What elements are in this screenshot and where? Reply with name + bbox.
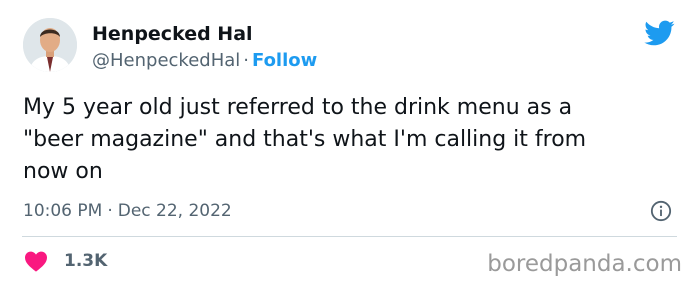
- like-button[interactable]: 1.3K: [24, 248, 107, 274]
- twitter-bird-icon[interactable]: [643, 17, 675, 49]
- watermark: boredpanda.com: [487, 251, 682, 277]
- info-icon[interactable]: [650, 200, 672, 222]
- author-name[interactable]: Henpecked Hal: [92, 22, 253, 46]
- like-count: 1.3K: [64, 251, 108, 271]
- tweet-date: Dec 22, 2022: [117, 201, 232, 221]
- author-handle[interactable]: @HenpeckedHal: [92, 50, 240, 71]
- tweet-text: My 5 year old just referred to the drink…: [23, 95, 587, 184]
- tweet-timestamp[interactable]: 10:06 PM · Dec 22, 2022: [23, 199, 232, 223]
- timestamp-separator: ·: [107, 201, 113, 221]
- avatar[interactable]: [23, 18, 77, 72]
- heart-icon: [25, 251, 47, 272]
- handle-separator: ·: [243, 50, 249, 71]
- author-handle-row: @HenpeckedHal · Follow: [92, 49, 317, 73]
- avatar-image: [23, 18, 77, 72]
- follow-button[interactable]: Follow: [252, 50, 317, 71]
- tweet-time: 10:06 PM: [23, 201, 103, 221]
- divider: [22, 236, 677, 237]
- tweet-card: Henpecked Hal @HenpeckedHal · Follow My 5 …: [0, 0, 700, 288]
